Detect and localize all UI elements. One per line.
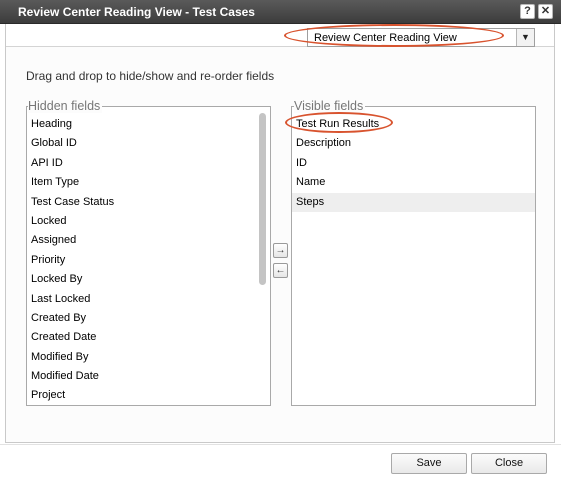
field-item[interactable]: Created Date	[27, 328, 270, 347]
hidden-fields-list[interactable]: Heading Global ID API ID Item Type Test Case…	[26, 106, 271, 406]
hidden-fields-items: Heading Global ID API ID Item Type Test Case…	[27, 115, 270, 405]
save-button[interactable]: Save	[391, 453, 467, 474]
visible-fields-items: Test Run Results Description ID Name Steps	[292, 115, 535, 212]
view-select-dropdown[interactable]: Review Center Reading View ▼	[307, 28, 535, 47]
field-item[interactable]: Created By	[27, 309, 270, 328]
field-item[interactable]: ID	[292, 154, 535, 173]
chevron-down-icon: ▼	[516, 29, 534, 46]
view-selector-bar: Review Center Reading View ▼	[6, 24, 554, 47]
field-item[interactable]: Modified By	[27, 348, 270, 367]
visible-fields-list[interactable]: Test Run Results Description ID Name Steps	[291, 106, 536, 406]
dialog-title: Review Center Reading View - Test Cases	[18, 5, 255, 19]
help-icon: ?	[524, 5, 531, 17]
field-item[interactable]: Name	[292, 173, 535, 192]
field-item[interactable]: Modified Date	[27, 367, 270, 386]
view-select-value: Review Center Reading View	[314, 32, 457, 44]
field-item[interactable]: Priority	[27, 251, 270, 270]
field-item[interactable]: Heading	[27, 115, 270, 134]
move-to-hidden-button[interactable]: ←	[273, 263, 288, 278]
field-item[interactable]: Steps	[292, 192, 535, 212]
field-item[interactable]: Item Type	[27, 173, 270, 192]
field-item[interactable]: Global ID	[27, 134, 270, 153]
field-item[interactable]: Last Locked	[27, 290, 270, 309]
field-item[interactable]: Project	[27, 386, 270, 405]
instruction-text: Drag and drop to hide/show and re-order …	[26, 69, 275, 83]
close-window-button[interactable]: ✕	[538, 4, 553, 19]
hidden-fields-scrollbar[interactable]	[256, 107, 270, 405]
field-item[interactable]: Locked	[27, 212, 270, 231]
field-item[interactable]: API ID	[27, 154, 270, 173]
close-button[interactable]: Close	[471, 453, 547, 474]
dialog-titlebar: Review Center Reading View - Test Cases …	[0, 0, 561, 24]
arrow-left-icon: ←	[275, 265, 286, 276]
field-item[interactable]: Assigned	[27, 231, 270, 250]
visible-fields-label: Visible fields	[294, 99, 366, 113]
help-button[interactable]: ?	[520, 4, 535, 19]
dialog-body: Review Center Reading View ▼ Drag and dr…	[5, 24, 555, 443]
field-item[interactable]: Test Run Results	[292, 115, 535, 134]
arrow-right-icon: →	[275, 245, 286, 256]
dialog-footer: Save Close	[0, 444, 561, 482]
field-item[interactable]: Description	[292, 134, 535, 153]
close-icon: ✕	[540, 5, 551, 17]
hidden-fields-label: Hidden fields	[28, 99, 103, 113]
move-to-visible-button[interactable]: →	[273, 243, 288, 258]
field-item[interactable]: Locked By	[27, 270, 270, 289]
field-item[interactable]: Test Case Status	[27, 193, 270, 212]
scrollbar-thumb[interactable]	[259, 113, 266, 285]
